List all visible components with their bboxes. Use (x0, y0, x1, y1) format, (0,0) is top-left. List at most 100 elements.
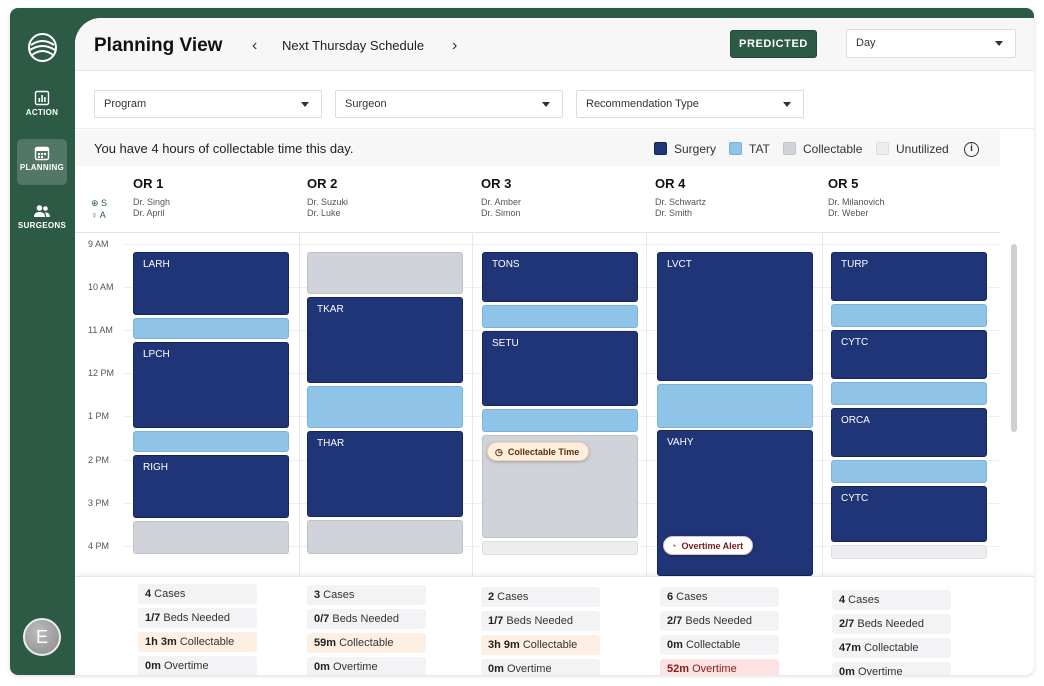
calendar-icon (34, 146, 50, 161)
surgeon-select[interactable]: Surgeon (335, 90, 563, 118)
time-label: 1 PM (88, 411, 110, 421)
summary-stats: 4 Cases 1/7 Beds Needed 1h 3m Collectabl… (75, 576, 1034, 675)
clock-icon: ◷ (495, 447, 503, 457)
column-divider (822, 232, 823, 576)
stat-beds: 0/7 Beds Needed (307, 609, 426, 629)
surgery-block[interactable]: TKAR (307, 297, 463, 383)
surgery-block[interactable]: CYTC (831, 330, 987, 379)
bar-chart-icon (34, 90, 50, 106)
stat-cases: 3 Cases (307, 585, 426, 605)
stat-collectable: 0m Collectable (660, 635, 779, 655)
grid-line (124, 244, 1000, 245)
surgeon-role-icon: ⊕ S (91, 198, 108, 208)
surgery-block[interactable]: TONS (482, 252, 638, 302)
time-label: 2 PM (88, 455, 110, 465)
stat-overtime: 0m Overtime (832, 662, 951, 675)
collectable-block[interactable] (307, 520, 463, 554)
header-divider (75, 232, 1000, 233)
overtime-alert-callout[interactable]: ◔ Overtime Alert (663, 536, 754, 555)
tat-block[interactable] (482, 409, 638, 432)
stat-beds: 2/7 Beds Needed (660, 611, 779, 631)
chevron-down-icon (301, 102, 309, 107)
view-select[interactable]: Day (846, 29, 1016, 58)
stat-overtime: 0m Overtime (138, 656, 257, 675)
unutilized-block[interactable] (831, 545, 987, 559)
filter-bar: Program Surgeon Recommendation Type (75, 71, 1034, 129)
people-icon (34, 205, 50, 217)
tat-block[interactable] (831, 460, 987, 483)
sidebar-item-action[interactable]: ACTION (17, 84, 67, 130)
top-bar: Planning View ‹ Next Thursday Schedule ›… (75, 18, 1034, 71)
sidebar-item-label: PLANNING (19, 163, 65, 172)
role-icons: ⊕ S ♀ A (91, 197, 107, 221)
logo-icon (28, 33, 57, 62)
collectable-block[interactable] (307, 252, 463, 294)
or-header-4: OR 4 Dr. Schwartz Dr. Smith (655, 176, 707, 218)
assistant-role-icon: ♀ A (91, 210, 106, 220)
stat-overtime: 52m Overtime (660, 659, 779, 675)
stat-overtime: 0m Overtime (307, 657, 426, 675)
vertical-scrollbar[interactable] (1011, 244, 1017, 432)
collectable-time-callout[interactable]: ◷ Collectable Time (487, 442, 590, 461)
surgery-block[interactable]: LARH (133, 252, 289, 315)
surgery-block[interactable]: CYTC (831, 486, 987, 542)
stat-collectable: 3h 9m Collectable (481, 635, 600, 655)
unutilized-block[interactable] (482, 541, 638, 555)
page-title: Planning View (94, 35, 223, 56)
stat-collectable: 47m Collectable (832, 638, 951, 658)
stat-beds: 1/7 Beds Needed (481, 611, 600, 631)
predicted-button[interactable]: PREDICTED (730, 30, 817, 58)
legend-surgery: Surgery (654, 142, 716, 156)
stat-cases: 4 Cases (138, 584, 257, 604)
time-label: 11 AM (88, 325, 113, 335)
legend-tat: TAT (729, 142, 770, 156)
surgeon-select-value: Surgeon (345, 98, 387, 110)
or-header-3: OR 3 Dr. Amber Dr. Simon (481, 176, 522, 218)
time-label: 3 PM (88, 498, 110, 508)
chevron-left-icon[interactable]: ‹ (252, 37, 257, 55)
surgery-block[interactable]: LVCT (657, 252, 813, 381)
collectable-message: You have 4 hours of collectable time thi… (94, 141, 354, 156)
surgery-block[interactable]: THAR (307, 431, 463, 517)
tat-block[interactable] (831, 304, 987, 327)
avatar[interactable]: E (23, 618, 61, 656)
legend-collectable: Collectable (783, 142, 862, 156)
chevron-right-icon[interactable]: › (452, 37, 457, 55)
tat-block[interactable] (133, 431, 289, 452)
or-header-1: OR 1 Dr. Singh Dr. April (133, 176, 171, 218)
tat-block[interactable] (133, 318, 289, 339)
sidebar-item-planning[interactable]: PLANNING (17, 139, 67, 185)
tat-block[interactable] (657, 384, 813, 428)
stat-cases: 6 Cases (660, 587, 779, 607)
tat-block[interactable] (831, 382, 987, 405)
surgery-block[interactable]: RIGH (133, 455, 289, 518)
surgery-block[interactable]: TURP (831, 252, 987, 301)
sidebar-item-surgeons[interactable]: SURGEONS (17, 197, 67, 243)
tat-block[interactable] (307, 386, 463, 428)
column-divider (299, 232, 300, 576)
or-header-2: OR 2 Dr. Suzuki Dr. Luke (307, 176, 349, 218)
program-select[interactable]: Program (94, 90, 322, 118)
surgery-block[interactable]: SETU (482, 331, 638, 406)
stat-cases: 2 Cases (481, 587, 600, 607)
time-label: 4 PM (88, 541, 110, 551)
info-bar: You have 4 hours of collectable time thi… (75, 130, 1000, 166)
stat-collectable: 59m Collectable (307, 633, 426, 653)
chevron-down-icon (783, 102, 791, 107)
surgery-block[interactable]: LPCH (133, 342, 289, 428)
collectable-block[interactable] (133, 521, 289, 554)
recommendation-select[interactable]: Recommendation Type (576, 90, 804, 118)
sidebar: ACTION PLANNING SURGEONS E (10, 8, 75, 675)
schedule-grid: ⊕ S ♀ A OR 1 Dr. Singh Dr. April OR 2 Dr… (75, 166, 1000, 576)
stat-beds: 1/7 Beds Needed (138, 608, 257, 628)
time-label: 9 AM (88, 239, 109, 249)
info-icon[interactable]: i (964, 142, 979, 157)
alert-icon: ◔ (671, 541, 677, 551)
tat-block[interactable] (482, 305, 638, 328)
program-select-value: Program (104, 98, 147, 110)
surgery-block[interactable]: ORCA (831, 408, 987, 457)
chevron-down-icon (995, 41, 1003, 46)
chevron-down-icon (542, 102, 550, 107)
column-divider (646, 232, 647, 576)
time-label: 12 PM (88, 368, 115, 378)
